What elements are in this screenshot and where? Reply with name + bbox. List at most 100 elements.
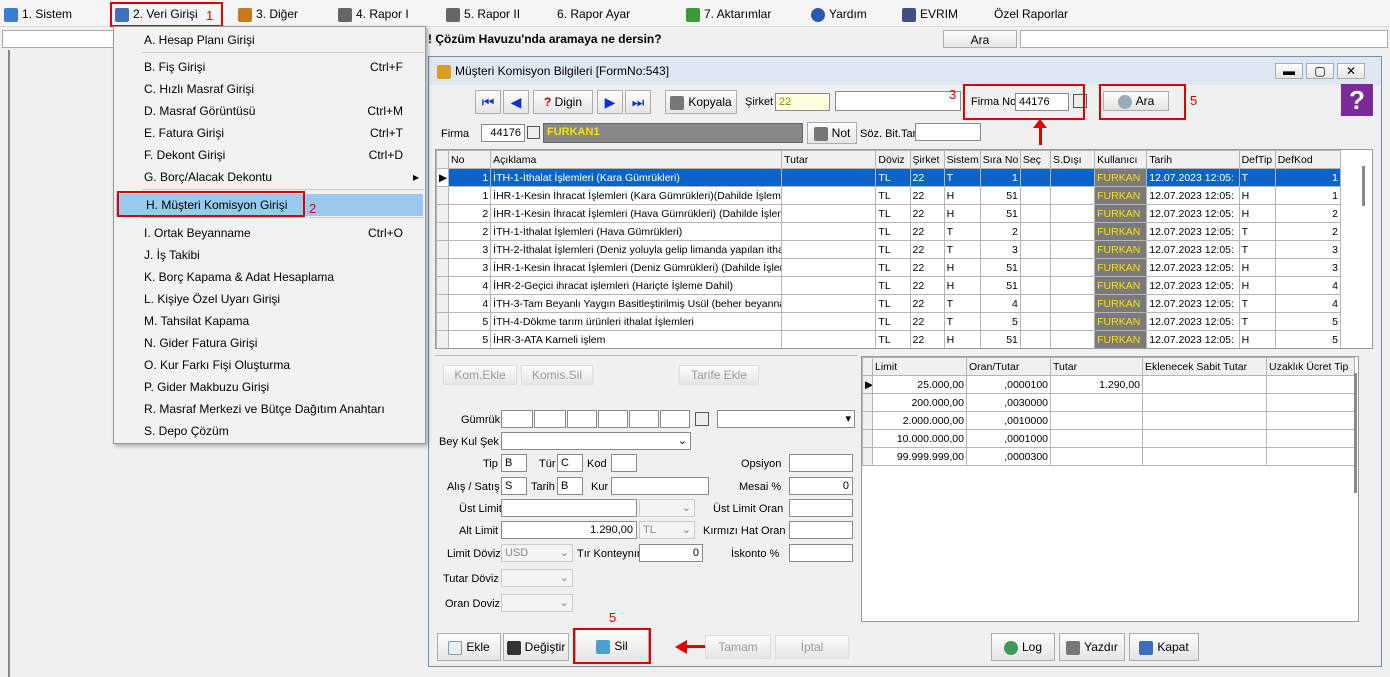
menu-item[interactable]: I. Ortak Beyanname Ctrl+O [114, 223, 425, 243]
table-cell[interactable] [1050, 411, 1143, 430]
table-row[interactable]: ▶ 25.000,00,0000100 1.290,00 [862, 375, 1355, 394]
table-cell[interactable] [1266, 411, 1355, 430]
table-cell[interactable]: FURKAN [1094, 258, 1148, 277]
table-cell[interactable] [1019, 186, 1051, 205]
menu-yardim[interactable]: Yardım [811, 5, 867, 23]
column-header[interactable]: DefKod [1274, 150, 1342, 169]
gumruk-select[interactable]: ▾ [717, 410, 855, 428]
table-cell[interactable]: TL [875, 168, 911, 187]
table-cell[interactable]: H [1238, 204, 1276, 223]
table-cell[interactable]: 22 [909, 258, 945, 277]
table-cell[interactable]: 4 [1274, 276, 1342, 295]
oran-doviz-select[interactable]: ⌄ [501, 594, 573, 612]
table-cell[interactable] [1019, 204, 1051, 223]
table-cell[interactable]: ,0010000 [966, 411, 1051, 430]
table-row[interactable]: 5 İHR-3-ATA Karneli işlem TL 22 H 51 FURKAN 12.… [436, 330, 1342, 348]
ust-limit-field[interactable] [501, 499, 637, 517]
table-cell[interactable]: 4 [1274, 294, 1342, 313]
column-header[interactable]: Şirket [909, 150, 945, 169]
table-cell[interactable]: 10.000.000,00 [872, 429, 967, 448]
menu-item[interactable]: P. Gider Makbuzu Girişi [114, 377, 425, 397]
table-cell[interactable]: T [943, 222, 981, 241]
table-cell[interactable]: 2 [1274, 204, 1342, 223]
kur-field[interactable] [611, 477, 709, 495]
table-cell[interactable] [1142, 429, 1267, 448]
column-header[interactable]: Sistem [943, 150, 981, 169]
gumruk-field-2[interactable] [534, 410, 566, 428]
soz-bit-tar-field[interactable] [915, 123, 981, 141]
table-cell[interactable]: 51 [979, 186, 1021, 205]
table-cell[interactable] [1142, 375, 1267, 394]
table-cell[interactable]: 51 [979, 276, 1021, 295]
tamam-button[interactable]: Tamam [705, 635, 771, 659]
close-button[interactable]: ✕ [1337, 63, 1365, 79]
menu-item[interactable]: R. Masraf Merkezi ve Bütçe Dağıtım Anaht… [114, 399, 425, 419]
ust-limit-currency[interactable]: ⌄ [639, 499, 695, 517]
menu-item[interactable]: L. Kişiye Özel Uyarı Girişi [114, 289, 425, 309]
menu-item[interactable]: C. Hızlı Masraf Girişi [114, 79, 425, 99]
table-cell[interactable]: 12.07.2023 12:05: [1146, 168, 1240, 187]
sirket-name-field[interactable] [835, 91, 961, 111]
table-cell[interactable]: 5 [448, 312, 492, 331]
table-cell[interactable]: TL [875, 204, 911, 223]
table-cell[interactable]: 3 [1274, 258, 1342, 277]
table-row[interactable]: 3 İHR-1-Kesin İhracat İşlemleri (Deniz Gü… [436, 258, 1342, 277]
table-cell[interactable]: 5 [1274, 312, 1342, 331]
gumruk-field-5[interactable] [629, 410, 659, 428]
table-cell[interactable]: H [943, 276, 981, 295]
table-cell[interactable]: İHR-3-ATA Karneli işlem [490, 330, 783, 348]
column-header[interactable]: Uzaklık Ücret Tip [1266, 357, 1355, 376]
menu-item[interactable]: M. Tahsilat Kapama [114, 311, 425, 331]
menu-item[interactable]: G. Borç/Alacak Dekontu ▸ [114, 167, 425, 187]
table-row[interactable]: 2 İTH-1-İthalat İşlemleri (Hava Gümrükler… [436, 222, 1342, 241]
table-row[interactable]: 4 İHR-2-Geçici ihracat işlemleri (Hariçte… [436, 276, 1342, 295]
table-cell[interactable]: İHR-1-Kesin İhracat İşlemleri (Hava Gümr… [490, 204, 783, 223]
table-cell[interactable]: İTH-1-İthalat İşlemleri (Hava Gümrükleri… [490, 222, 783, 241]
grid-scrollbar[interactable] [1362, 166, 1365, 206]
menu-rapor-1[interactable]: 4. Rapor I [338, 5, 409, 23]
table-cell[interactable] [1049, 240, 1096, 259]
menu-item[interactable]: B. Fiş Girişi Ctrl+F [114, 57, 425, 77]
table-cell[interactable]: T [943, 168, 981, 187]
table-cell[interactable]: 51 [979, 258, 1021, 277]
goto-button[interactable]: ? Digin [533, 90, 593, 114]
yazdir-button[interactable]: Yazdır [1059, 633, 1125, 661]
table-cell[interactable] [1019, 258, 1051, 277]
kapat-button[interactable]: Kapat [1129, 633, 1199, 661]
table-cell[interactable] [1049, 222, 1096, 241]
table-cell[interactable]: 22 [909, 276, 945, 295]
ust-limit-oran-field[interactable] [789, 499, 853, 517]
tip-field[interactable]: B [501, 454, 527, 472]
column-header[interactable]: Kullanıcı [1094, 150, 1148, 169]
alt-limit-currency[interactable]: TL ⌄ [639, 521, 695, 539]
table-cell[interactable]: 12.07.2023 12:05: [1146, 258, 1240, 277]
table-cell[interactable]: TL [875, 312, 911, 331]
menu-rapor-ayar[interactable]: 6. Rapor Ayar [557, 5, 630, 23]
column-header[interactable]: No [448, 150, 492, 169]
table-cell[interactable]: 22 [909, 204, 945, 223]
tarih-field[interactable]: B [557, 477, 583, 495]
not-button[interactable]: Not [807, 122, 857, 144]
table-cell[interactable] [781, 258, 877, 277]
table-cell[interactable]: FURKAN [1094, 168, 1148, 187]
column-header[interactable]: Tutar [781, 150, 877, 169]
table-cell[interactable] [1142, 411, 1267, 430]
help-icon[interactable]: ? [1341, 84, 1373, 116]
table-cell[interactable]: FURKAN [1094, 294, 1148, 313]
table-cell[interactable]: 5 [979, 312, 1021, 331]
table-cell[interactable]: 4 [979, 294, 1021, 313]
table-cell[interactable] [1049, 294, 1096, 313]
table-cell[interactable] [1266, 393, 1355, 412]
table-cell[interactable] [781, 240, 877, 259]
calendar-icon[interactable] [527, 126, 540, 139]
table-cell[interactable]: FURKAN [1094, 276, 1148, 295]
table-cell[interactable] [781, 276, 877, 295]
table-cell[interactable]: 12.07.2023 12:05: [1146, 186, 1240, 205]
kod-field[interactable] [611, 454, 637, 472]
table-cell[interactable]: 2 [979, 222, 1021, 241]
column-header[interactable]: Limit [872, 357, 967, 376]
menu-item[interactable]: D. Masraf Görüntüsü Ctrl+M [114, 101, 425, 121]
table-cell[interactable]: TL [875, 186, 911, 205]
table-cell[interactable]: FURKAN [1094, 186, 1148, 205]
table-cell[interactable] [1050, 447, 1143, 466]
